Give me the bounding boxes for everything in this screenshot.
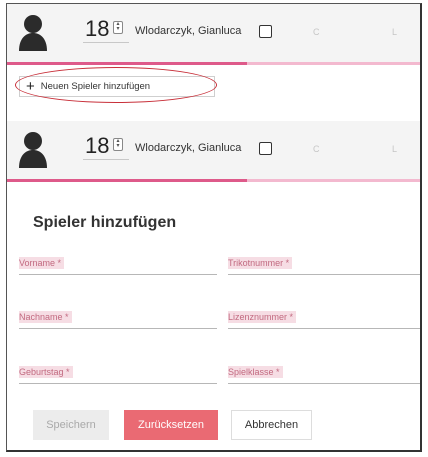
jersey-number-field[interactable]: 18 ▴ ▾ xyxy=(83,14,129,43)
vorname-field[interactable]: Vorname * xyxy=(19,254,217,275)
player-name: Wlodarczyk, Gianluca xyxy=(135,25,242,37)
row-progress-bar xyxy=(7,179,420,182)
jersey-number-field[interactable]: 18 ▴ ▾ xyxy=(83,131,129,160)
avatar-icon xyxy=(19,132,47,168)
form-title: Spieler hinzufügen xyxy=(33,214,177,231)
row-progress-bar xyxy=(7,62,420,65)
number-spinner-icon[interactable]: ▴ ▾ xyxy=(113,138,123,151)
column-c-label: C xyxy=(313,27,320,37)
jersey-number: 18 xyxy=(85,133,110,158)
avatar-icon xyxy=(19,15,47,51)
column-l-label: L xyxy=(392,144,398,154)
number-spinner-icon[interactable]: ▴ ▾ xyxy=(113,21,123,34)
column-c-label: C xyxy=(313,144,320,154)
geburtstag-field[interactable]: Geburtstag * xyxy=(19,363,217,384)
player-checkbox[interactable] xyxy=(259,25,272,38)
trikotnummer-field[interactable]: Trikotnummer * xyxy=(228,254,420,275)
app-frame: 18 ▴ ▾ Wlodarczyk, Gianluca C L + Neuen S… xyxy=(6,3,422,452)
player-name: Wlodarczyk, Gianluca xyxy=(135,142,242,154)
vorname-label: Vorname * xyxy=(19,257,65,269)
column-l-label: L xyxy=(392,27,398,37)
nachname-field[interactable]: Nachname * xyxy=(19,308,217,329)
add-player-button[interactable]: + Neuen Spieler hinzufügen xyxy=(19,76,215,97)
spielklasse-label: Spielklasse * xyxy=(228,366,283,378)
nachname-label: Nachname * xyxy=(19,311,72,323)
player-row[interactable]: 18 ▴ ▾ Wlodarczyk, Gianluca C L xyxy=(7,121,420,180)
reset-button[interactable]: Zurücksetzen xyxy=(124,410,218,440)
cancel-button[interactable]: Abbrechen xyxy=(231,410,312,440)
save-button[interactable]: Speichern xyxy=(33,410,109,440)
player-row[interactable]: 18 ▴ ▾ Wlodarczyk, Gianluca C L xyxy=(7,4,420,63)
plus-icon: + xyxy=(26,77,35,95)
trikotnummer-label: Trikotnummer * xyxy=(228,257,293,269)
geburtstag-label: Geburtstag * xyxy=(19,366,73,378)
lizenznummer-label: Lizenznummer * xyxy=(228,311,297,323)
spielklasse-field[interactable]: Spielklasse * xyxy=(228,363,420,384)
player-checkbox[interactable] xyxy=(259,142,272,155)
add-player-label: Neuen Spieler hinzufügen xyxy=(40,81,151,92)
jersey-number: 18 xyxy=(85,16,110,41)
lizenznummer-field[interactable]: Lizenznummer * xyxy=(228,308,420,329)
add-player-form: Spieler hinzufügen Vorname * Trikotnumme… xyxy=(7,196,420,450)
